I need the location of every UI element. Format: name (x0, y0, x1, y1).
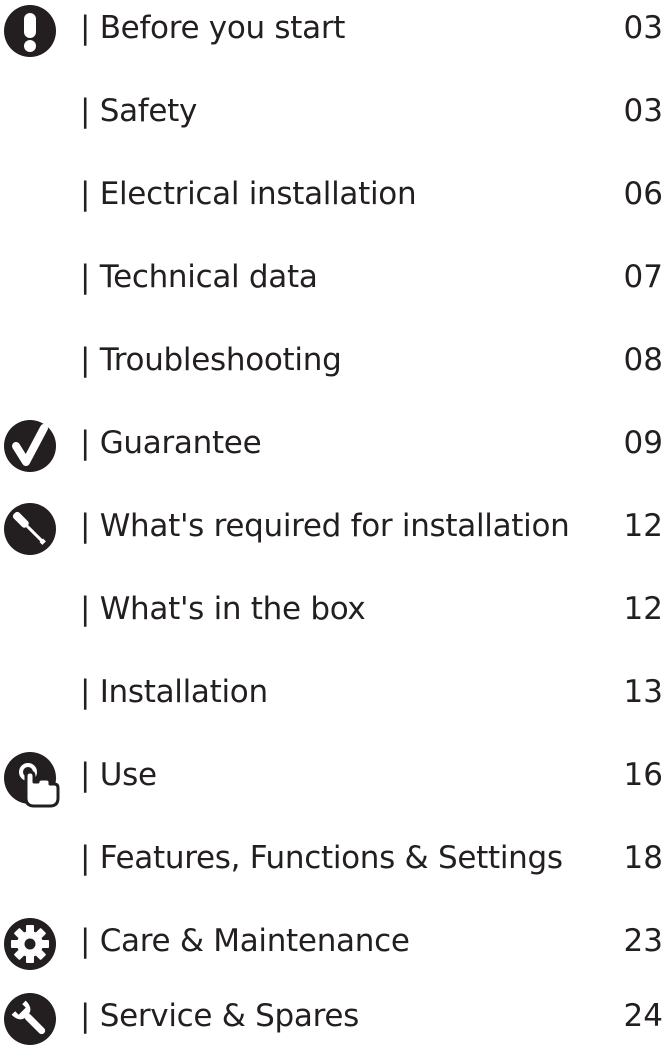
screwdriver-icon (4, 503, 56, 555)
wrench-icon (4, 993, 56, 1045)
toc-entry-title: | What's in the box (80, 591, 366, 627)
gear-icon (4, 918, 56, 970)
toc-entry-features-functions-settings[interactable]: | Features, Functions & Settings 18 (0, 830, 669, 890)
table-of-contents: | Before you start 03 | Safety 03 | Elec… (0, 0, 669, 1049)
toc-entry-troubleshooting[interactable]: | Troubleshooting 08 (0, 332, 669, 392)
toc-entry-page: 24 (623, 998, 663, 1034)
toc-entry-title: | Service & Spares (80, 998, 359, 1034)
toc-entry-page: 08 (623, 342, 663, 378)
toc-entry-guarantee[interactable]: | Guarantee 09 (0, 415, 669, 475)
toc-entry-care-maintenance[interactable]: | Care & Maintenance 23 (0, 913, 669, 973)
toc-entry-page: 12 (623, 508, 663, 544)
toc-entry-before-you-start[interactable]: | Before you start 03 (0, 0, 669, 60)
toc-entry-title: | Troubleshooting (80, 342, 342, 378)
toc-entry-whats-required[interactable]: | What's required for installation 12 (0, 498, 669, 558)
toc-entry-title: | Safety (80, 93, 198, 129)
toc-entry-page: 12 (623, 591, 663, 627)
toc-entry-safety[interactable]: | Safety 03 (0, 83, 669, 143)
toc-entry-page: 06 (623, 176, 663, 212)
toc-entry-whats-in-the-box[interactable]: | What's in the box 12 (0, 581, 669, 641)
toc-entry-service-spares[interactable]: | Service & Spares 24 (0, 988, 669, 1048)
toc-entry-page: 09 (623, 425, 663, 461)
toc-entry-electrical-installation[interactable]: | Electrical installation 06 (0, 166, 669, 226)
toc-entry-page: 13 (623, 674, 663, 710)
toc-entry-page: 03 (623, 10, 663, 46)
toc-entry-title: | Technical data (80, 259, 318, 295)
toc-entry-use[interactable]: | Use 16 (0, 747, 669, 808)
toc-entry-title: | What's required for installation (80, 508, 570, 544)
toc-entry-installation[interactable]: | Installation 13 (0, 664, 669, 724)
toc-entry-page: 16 (623, 757, 663, 793)
toc-entry-title: | Use (80, 757, 157, 793)
toc-entry-technical-data[interactable]: | Technical data 07 (0, 249, 669, 309)
toc-entry-title: | Care & Maintenance (80, 923, 410, 959)
toc-entry-page: 23 (623, 923, 663, 959)
exclamation-icon (4, 5, 56, 57)
toc-entry-title: | Features, Functions & Settings (80, 840, 563, 876)
toc-entry-title: | Before you start (80, 10, 346, 46)
checkmark-icon (4, 420, 56, 472)
toc-entry-page: 03 (623, 93, 663, 129)
toc-entry-title: | Electrical installation (80, 176, 417, 212)
toc-entry-page: 07 (623, 259, 663, 295)
toc-entry-page: 18 (623, 840, 663, 876)
toc-entry-title: | Installation (80, 674, 268, 710)
touch-hand-icon (4, 752, 60, 808)
toc-entry-title: | Guarantee (80, 425, 262, 461)
